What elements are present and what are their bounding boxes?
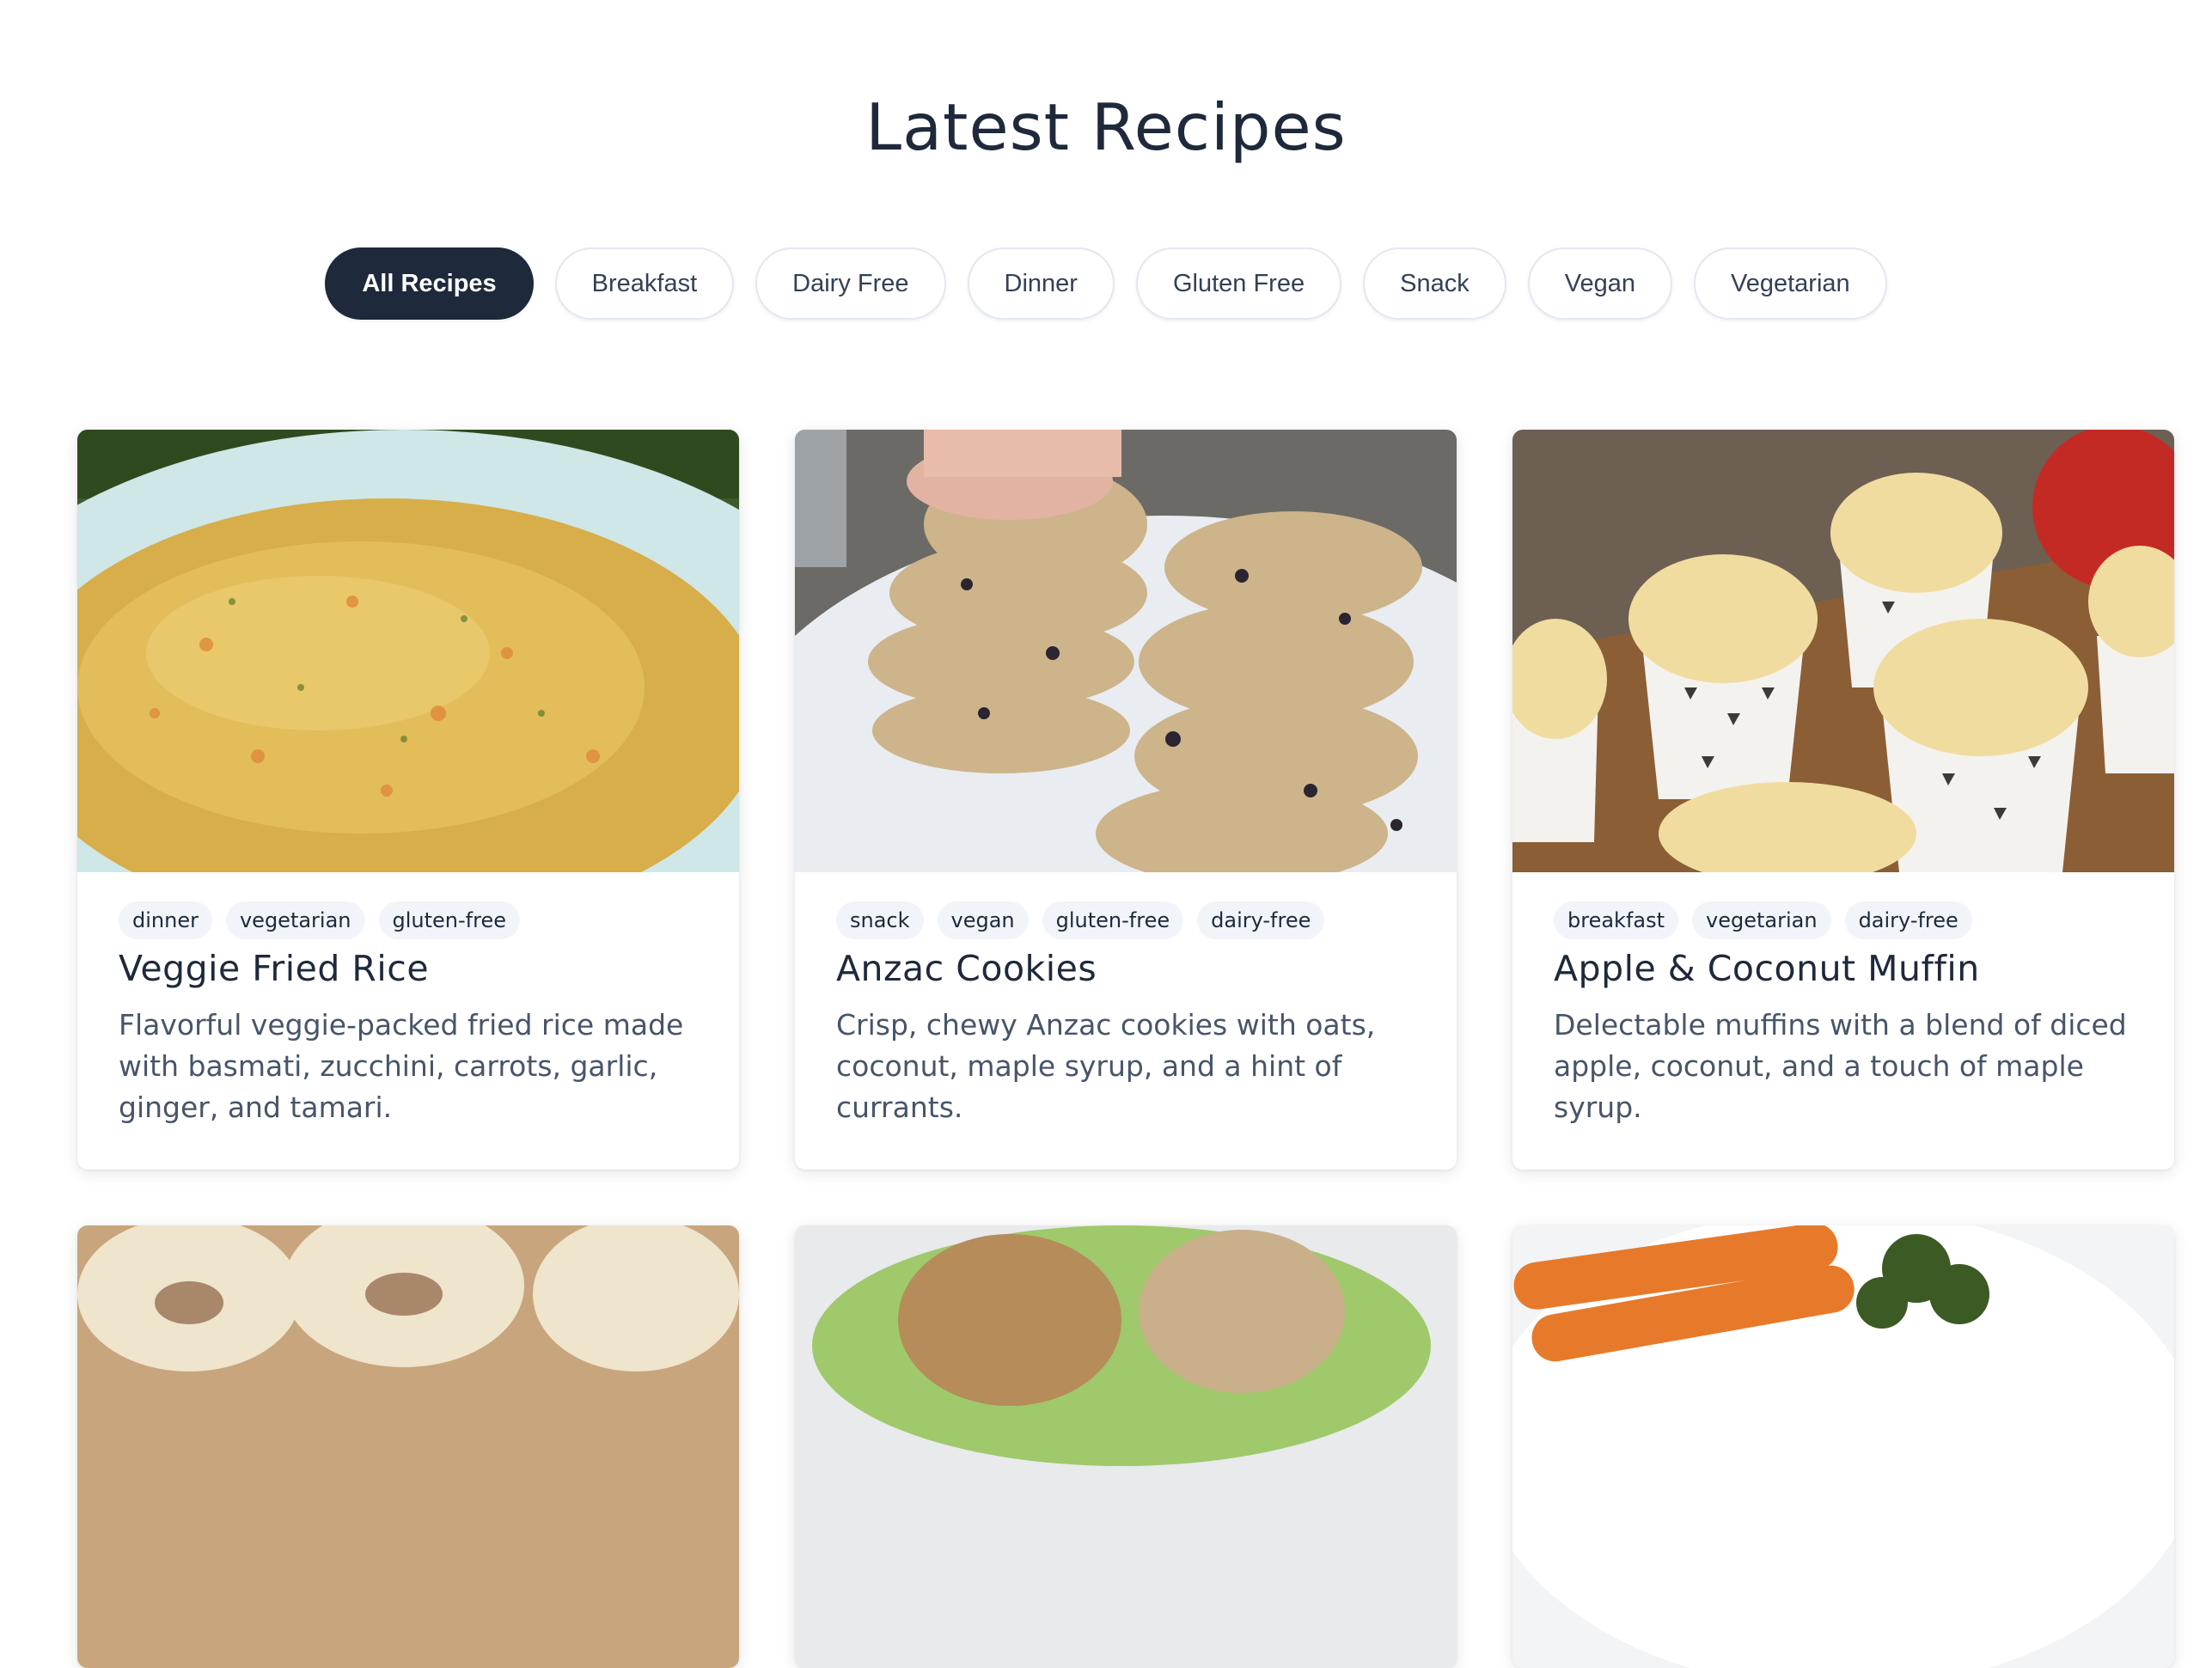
filter-vegan[interactable]: Vegan xyxy=(1527,247,1672,320)
filter-snack[interactable]: Snack xyxy=(1363,247,1506,320)
recipe-card[interactable]: dinner vegetarian gluten-free Veggie Fri… xyxy=(77,430,739,1170)
recipe-image[interactable] xyxy=(1512,430,2174,872)
tag: vegan xyxy=(937,901,1029,939)
tag: vegetarian xyxy=(225,901,365,939)
recipe-description: Crisp, chewy Anzac cookies with oats, co… xyxy=(836,1008,1376,1124)
tag: breakfast xyxy=(1554,901,1679,939)
category-filter-bar: All Recipes Breakfast Dairy Free Dinner … xyxy=(0,247,2212,320)
tag: dinner xyxy=(119,901,212,939)
recipe-description: Flavorful veggie-packed fried rice made … xyxy=(119,1008,684,1124)
tag: dairy-free xyxy=(1197,901,1325,939)
filter-dinner[interactable]: Dinner xyxy=(967,247,1115,320)
recipe-description: Delectable muffins with a blend of diced… xyxy=(1554,1008,2127,1124)
recipe-image[interactable] xyxy=(77,430,739,872)
recipe-card[interactable] xyxy=(795,1225,1457,1668)
recipe-title[interactable]: Apple & Coconut Muffin xyxy=(1554,948,2133,989)
page-title: Latest Recipes xyxy=(865,89,1347,165)
recipe-title[interactable]: Veggie Fried Rice xyxy=(119,948,698,989)
tag: dairy-free xyxy=(1844,901,1972,939)
recipe-image[interactable] xyxy=(1512,1225,2174,1668)
recipe-grid: dinner vegetarian gluten-free Veggie Fri… xyxy=(77,430,2174,1668)
tag: snack xyxy=(836,901,924,939)
tag-list: snack vegan gluten-free dairy-free xyxy=(836,901,1415,939)
recipe-card[interactable]: snack vegan gluten-free dairy-free Anzac… xyxy=(795,430,1457,1170)
filter-gluten-free[interactable]: Gluten Free xyxy=(1135,247,1342,320)
recipe-image[interactable] xyxy=(795,1225,1457,1668)
filter-vegetarian[interactable]: Vegetarian xyxy=(1693,247,1887,320)
recipe-card[interactable]: breakfast vegetarian dairy-free Apple & … xyxy=(1512,430,2174,1170)
filter-all-recipes[interactable]: All Recipes xyxy=(325,247,534,320)
filter-breakfast[interactable]: Breakfast xyxy=(554,247,735,320)
tag-list: breakfast vegetarian dairy-free xyxy=(1554,901,2133,939)
tag: gluten-free xyxy=(1042,901,1184,939)
filter-dairy-free[interactable]: Dairy Free xyxy=(755,247,946,320)
tag: gluten-free xyxy=(378,901,520,939)
recipe-card[interactable] xyxy=(1512,1225,2174,1668)
tag: vegetarian xyxy=(1692,901,1831,939)
recipe-card[interactable] xyxy=(77,1225,739,1668)
recipe-title[interactable]: Anzac Cookies xyxy=(836,948,1415,989)
recipe-image[interactable] xyxy=(77,1225,739,1668)
tag-list: dinner vegetarian gluten-free xyxy=(119,901,698,939)
recipe-image[interactable] xyxy=(795,430,1457,872)
